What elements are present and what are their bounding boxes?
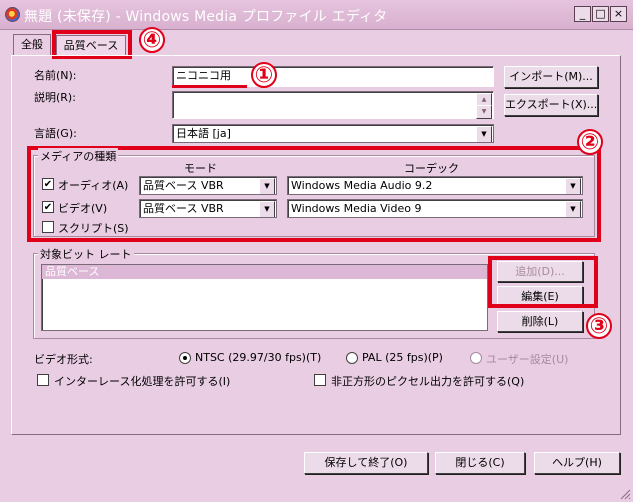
video-format-label: ビデオ形式: <box>34 353 93 366</box>
language-value: 日本語 [ja] <box>176 127 231 140</box>
annotation-3: ③ <box>586 313 612 339</box>
tab-general[interactable]: 全般 <box>13 34 51 56</box>
user-radio[interactable] <box>470 352 482 364</box>
codec-header: コーデック <box>404 162 459 175</box>
video-mode-select[interactable]: 品質ベース VBR ▼ <box>139 199 277 218</box>
nonsquare-checkbox[interactable] <box>314 374 326 386</box>
help-button[interactable]: ヘルプ(H) <box>534 452 620 474</box>
name-label: 名前(N): <box>34 69 77 82</box>
media-type-title: メディアの種類 <box>38 148 119 164</box>
close-dialog-button[interactable]: 閉じる(C) <box>435 452 525 474</box>
video-mode-value: 品質ベース VBR <box>143 202 224 215</box>
maximize-button[interactable]: □ <box>592 6 609 22</box>
resize-grip-icon[interactable] <box>619 488 631 500</box>
audio-codec-select[interactable]: Windows Media Audio 9.2 ▼ <box>287 176 583 195</box>
video-codec-select[interactable]: Windows Media Video 9 ▼ <box>287 199 583 218</box>
video-codec-value: Windows Media Video 9 <box>291 202 422 215</box>
annotation-2: ② <box>577 129 603 155</box>
name-field[interactable]: ニコニコ用 <box>172 66 494 87</box>
description-field[interactable] <box>172 91 494 119</box>
list-item[interactable]: 品質ベース <box>42 265 487 279</box>
audio-mode-value: 品質ベース VBR <box>143 179 224 192</box>
ntsc-label[interactable]: NTSC (29.97/30 fps)(T) <box>195 351 321 364</box>
script-label[interactable]: スクリプト(S) <box>58 220 129 236</box>
scroll-down-icon[interactable]: ▼ <box>476 105 492 119</box>
audio-codec-value: Windows Media Audio 9.2 <box>291 179 433 192</box>
description-label: 説明(R): <box>34 91 76 104</box>
close-button[interactable]: × <box>610 6 627 22</box>
annotation-1: ① <box>251 62 277 88</box>
audio-checkbox[interactable]: ✔ <box>42 178 54 190</box>
chevron-down-icon[interactable]: ▼ <box>259 201 275 217</box>
window-title: 無題 (未保存) - Windows Media プロファイル エディタ <box>24 9 388 25</box>
nonsquare-label[interactable]: 非正方形のピクセル出力を許可する(Q) <box>331 373 524 389</box>
mode-header: モード <box>184 162 217 175</box>
bitrate-title: 対象ビット レート <box>38 246 134 262</box>
user-setting-label[interactable]: ユーザー設定(U) <box>486 351 568 367</box>
audio-label[interactable]: オーディオ(A) <box>58 177 128 193</box>
app-icon <box>5 7 20 22</box>
save-and-exit-button[interactable]: 保存して終了(O) <box>304 452 428 474</box>
language-label: 言語(G): <box>34 127 77 140</box>
export-button[interactable]: エクスポート(X)... <box>504 94 598 116</box>
pal-radio[interactable] <box>346 352 358 364</box>
language-select[interactable]: 日本語 [ja] ▼ <box>172 124 494 143</box>
video-checkbox[interactable]: ✔ <box>42 201 54 213</box>
interlace-checkbox[interactable] <box>37 374 49 386</box>
interlace-label[interactable]: インターレース化処理を許可する(I) <box>54 373 230 389</box>
underline-1 <box>172 85 247 88</box>
minimize-button[interactable]: _ <box>574 6 591 22</box>
ntsc-radio[interactable] <box>179 352 191 364</box>
bitrate-list[interactable]: 品質ベース <box>41 264 488 331</box>
chevron-down-icon[interactable]: ▼ <box>565 178 581 194</box>
video-label[interactable]: ビデオ(V) <box>58 200 107 216</box>
chevron-down-icon[interactable]: ▼ <box>565 201 581 217</box>
chevron-down-icon[interactable]: ▼ <box>259 178 275 194</box>
chevron-down-icon[interactable]: ▼ <box>476 126 492 142</box>
delete-button[interactable]: 削除(L) <box>497 311 583 332</box>
import-button[interactable]: インポート(M)... <box>504 66 598 88</box>
script-checkbox[interactable] <box>42 221 54 233</box>
audio-mode-select[interactable]: 品質ベース VBR ▼ <box>139 176 277 195</box>
annotation-4: ④ <box>139 27 165 53</box>
pal-label[interactable]: PAL (25 fps)(P) <box>362 351 443 364</box>
highlight-box-3 <box>488 256 598 308</box>
